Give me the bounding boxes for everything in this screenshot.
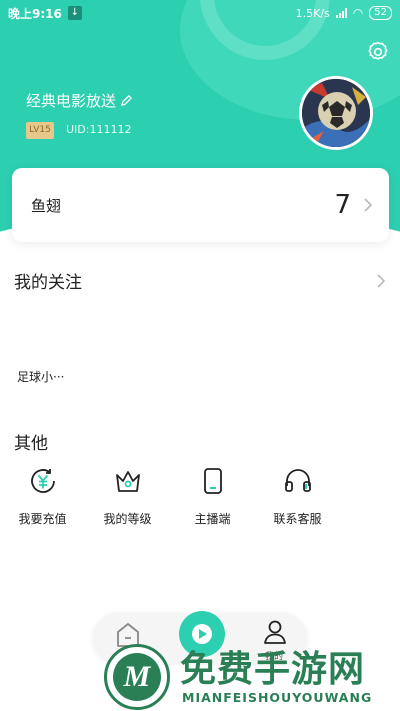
avatar-image xyxy=(302,79,370,147)
battery-icon: 52 xyxy=(369,6,392,20)
wallet-value: 7 xyxy=(334,190,351,220)
settings-gear-icon[interactable] xyxy=(366,40,390,64)
other-grid: 我要充值 我的等级 主播端 联系客服 xyxy=(0,466,340,527)
network-speed: 1.5K/s xyxy=(295,6,330,20)
watermark-english-text: MIANFEISHOUYOUWANG xyxy=(182,690,373,705)
download-icon: ↓ xyxy=(67,6,82,20)
grid-item-recharge[interactable]: 我要充值 xyxy=(0,466,85,527)
other-section-title: 其他 xyxy=(14,434,48,454)
soccer-ball-image xyxy=(302,79,370,147)
avatar[interactable] xyxy=(299,76,373,150)
headset-icon xyxy=(284,469,311,492)
follow-section-header[interactable]: 我的关注 xyxy=(14,268,386,293)
grid-item-label: 我的等级 xyxy=(103,512,152,526)
watermark-logo: M xyxy=(104,644,170,710)
signal-icon xyxy=(335,8,347,18)
grid-item-label: 联系客服 xyxy=(273,512,322,526)
status-right: 1.5K/s ◠ 52 xyxy=(296,6,392,20)
grid-item-label: 我要充值 xyxy=(18,512,67,526)
level-badge: LV15 xyxy=(26,122,54,139)
edit-pencil-icon[interactable] xyxy=(120,94,133,107)
recharge-icon xyxy=(30,469,55,493)
wifi-icon: ◠ xyxy=(352,6,364,20)
chevron-right-icon xyxy=(377,273,386,288)
followed-anchor-name[interactable]: 足球小··· xyxy=(17,368,64,385)
grid-item-level[interactable]: 我的等级 xyxy=(85,466,170,527)
status-time: 晚上9:16 xyxy=(8,6,62,21)
watermark-logo-letter: M xyxy=(113,653,161,701)
wallet-label: 鱼翅 xyxy=(31,196,62,215)
wallet-card[interactable]: 鱼翅 7 xyxy=(12,168,389,242)
status-bar: 晚上9:16 ↓ 1.5K/s ◠ 52 xyxy=(0,0,400,26)
crown-icon xyxy=(115,471,140,492)
watermark-chinese-text: 免费手游网 xyxy=(180,649,366,690)
username-row[interactable]: 经典电影放送 xyxy=(26,90,133,111)
grid-item-support[interactable]: 联系客服 xyxy=(255,466,340,527)
grid-item-label: 主播端 xyxy=(194,512,231,526)
phone-icon xyxy=(203,468,222,494)
username: 经典电影放送 xyxy=(26,92,117,110)
follow-section-title: 我的关注 xyxy=(14,273,82,293)
grid-item-anchor[interactable]: 主播端 xyxy=(170,466,255,527)
site-watermark: M 免费手游网 MIANFEISHOUYOUWANG xyxy=(104,640,400,710)
chevron-right-icon xyxy=(364,198,373,212)
user-id: UID:111112 xyxy=(66,123,132,136)
